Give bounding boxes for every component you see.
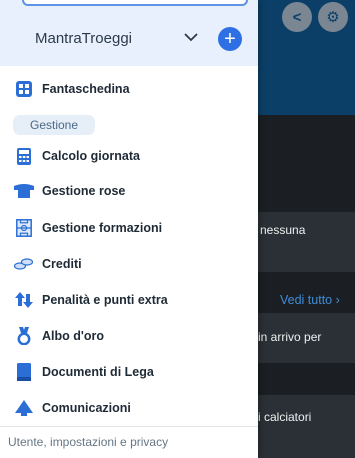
section-label-gestione: Gestione: [13, 115, 95, 135]
see-all-link[interactable]: Vedi tutto ›: [280, 293, 340, 307]
plus-icon: +: [224, 28, 236, 50]
up-down-arrows-icon: [14, 290, 34, 310]
account-name: MantraTroeggi: [35, 30, 132, 47]
menu-item-albo-doro[interactable]: Albo d'oro: [0, 321, 258, 351]
menu-item-label: Comunicazioni: [42, 401, 131, 415]
menu-item-fantaschedina[interactable]: Fantaschedina: [0, 74, 258, 104]
coins-icon: [14, 254, 34, 274]
navigation-drawer: MantraTroeggi + Fantaschedina Gestione C…: [0, 0, 258, 458]
background-text-1: nessuna: [260, 223, 306, 237]
menu-item-label: Crediti: [42, 257, 82, 271]
menu-item-label: Fantaschedina: [42, 82, 130, 96]
share-icon[interactable]: <: [282, 2, 312, 32]
menu-item-label: Penalità e punti extra: [42, 293, 168, 307]
account-card-edge: [22, 0, 248, 6]
menu-item-calcolo-giornata[interactable]: Calcolo giornata: [0, 141, 258, 171]
jersey-icon: [14, 181, 34, 201]
see-all-label: Vedi tutto: [280, 293, 333, 307]
settings-icon[interactable]: ⚙: [318, 2, 348, 32]
menu-item-documenti[interactable]: Documenti di Lega: [0, 357, 258, 387]
background-card-3: [250, 395, 355, 458]
background-text-2: in arrivo per: [258, 330, 322, 344]
menu-item-crediti[interactable]: Crediti: [0, 249, 258, 279]
footer-divider: [0, 426, 258, 427]
pitch-icon: [14, 218, 34, 238]
menu-item-gestione-rose[interactable]: Gestione rose: [0, 176, 258, 206]
menu-item-label: Albo d'oro: [42, 329, 104, 343]
menu-item-label: Gestione rose: [42, 184, 126, 198]
background-text-3: i calciatori: [258, 410, 312, 424]
add-league-button[interactable]: +: [218, 27, 242, 51]
megaphone-icon: [14, 398, 34, 418]
menu-item-label: Documenti di Lega: [42, 365, 154, 379]
document-icon: [14, 362, 34, 382]
background-card: [250, 212, 355, 272]
user-settings-privacy-link[interactable]: Utente, impostazioni e privacy: [8, 435, 168, 449]
menu-item-label: Calcolo giornata: [42, 149, 140, 163]
menu-item-penalita[interactable]: Penalità e punti extra: [0, 285, 258, 315]
chevron-down-icon[interactable]: [183, 30, 199, 44]
account-selector[interactable]: MantraTroeggi +: [0, 0, 258, 66]
grid-icon: [14, 79, 34, 99]
menu-item-label: Gestione formazioni: [42, 221, 163, 235]
chevron-right-icon: ›: [332, 293, 340, 307]
calculator-icon: [14, 146, 34, 166]
medal-icon: [14, 326, 34, 346]
menu-item-gestione-formazioni[interactable]: Gestione formazioni: [0, 213, 258, 243]
menu-item-comunicazioni[interactable]: Comunicazioni: [0, 393, 258, 423]
